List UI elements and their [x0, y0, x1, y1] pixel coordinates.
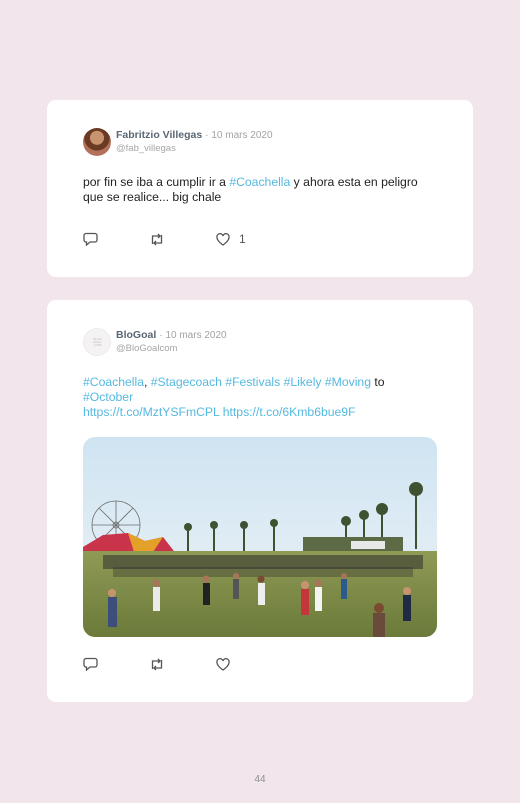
- tweet-date[interactable]: 10 mars 2020: [165, 330, 226, 341]
- like-count: 1: [239, 232, 246, 246]
- tweet-header: BLOG GOAL .COM BloGoal · 10 mars 2020 @B…: [83, 328, 227, 356]
- reply-icon: [83, 232, 98, 246]
- hashtag-link[interactable]: #Likely: [284, 375, 322, 389]
- author-meta: Fabritzio Villegas · 10 mars 2020 @fab_v…: [116, 129, 273, 155]
- tweet-photo[interactable]: [83, 437, 437, 637]
- separator: ·: [205, 130, 209, 141]
- url-link[interactable]: https://t.co/MztYSFmCPL: [83, 405, 219, 419]
- retweet-icon: [151, 233, 163, 245]
- avatar[interactable]: [83, 128, 111, 156]
- logo-mark: BLOG GOAL .COM: [93, 337, 102, 347]
- reply-button[interactable]: [83, 657, 98, 671]
- author-name[interactable]: Fabritzio Villegas: [116, 129, 202, 141]
- author-handle[interactable]: @fab_villegas: [116, 142, 273, 155]
- author-handle[interactable]: @BloGoalcom: [116, 342, 227, 355]
- tweet-text: por fin se iba a cumplir ir a #Coachella…: [83, 175, 433, 205]
- heart-icon: [216, 657, 230, 671]
- hashtag-link[interactable]: #Stagecoach: [151, 375, 222, 389]
- tweet-date[interactable]: 10 mars 2020: [211, 130, 272, 141]
- like-button[interactable]: 1: [216, 232, 246, 246]
- tweet-header: Fabritzio Villegas · 10 mars 2020 @fab_v…: [83, 128, 273, 156]
- text-segment: to: [370, 375, 385, 389]
- retweet-icon: [151, 658, 163, 670]
- avatar[interactable]: BLOG GOAL .COM: [83, 328, 111, 356]
- heart-icon: [216, 232, 230, 246]
- like-button[interactable]: [216, 657, 239, 671]
- reply-button[interactable]: [83, 232, 98, 246]
- author-meta: BloGoal · 10 mars 2020 @BloGoalcom: [116, 329, 227, 355]
- tweet-actions: [83, 657, 239, 671]
- separator: ·: [159, 330, 163, 341]
- page-number: 44: [254, 774, 266, 785]
- retweet-button[interactable]: [149, 658, 165, 671]
- reply-icon: [83, 657, 98, 671]
- text-segment: ,: [143, 375, 151, 389]
- hashtag-link[interactable]: #October: [83, 390, 133, 404]
- tweet-text: #Coachella, #Stagecoach #Festivals #Like…: [83, 375, 433, 420]
- tweet-card: BLOG GOAL .COM BloGoal · 10 mars 2020 @B…: [47, 300, 473, 702]
- tweet-card: Fabritzio Villegas · 10 mars 2020 @fab_v…: [47, 100, 473, 277]
- text-segment: por fin se iba a cumplir ir a: [83, 175, 230, 189]
- url-link[interactable]: https://t.co/6Kmb6bue9F: [223, 405, 356, 419]
- hashtag-link[interactable]: #Moving: [325, 375, 371, 389]
- tweet-actions: 1: [83, 232, 246, 246]
- hashtag-link[interactable]: #Festivals: [225, 375, 280, 389]
- retweet-button[interactable]: [149, 233, 165, 246]
- author-name[interactable]: BloGoal: [116, 329, 156, 341]
- hashtag-link[interactable]: #Coachella: [229, 175, 290, 189]
- hashtag-link[interactable]: #Coachella: [83, 375, 144, 389]
- festival-crowd-image: [83, 437, 437, 637]
